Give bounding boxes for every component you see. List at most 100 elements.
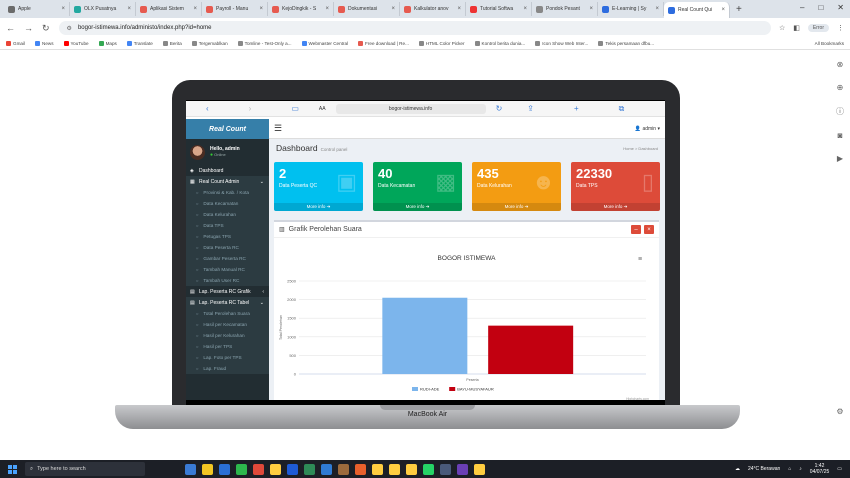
close-window-icon[interactable]: ✕: [837, 3, 844, 12]
sidebar-subitem[interactable]: ○ Data Kecamatan: [186, 198, 269, 209]
weather-icon[interactable]: ☁: [735, 466, 740, 472]
bookmark-item[interactable]: Tekis persamaan dfbu...: [598, 41, 654, 47]
tablet-plus-icon[interactable]: +: [574, 104, 579, 113]
hamburger-icon[interactable]: ☰: [274, 123, 282, 134]
sidebar-subitem[interactable]: ○ Data Peserta RC: [186, 242, 269, 253]
sidebar-subitem[interactable]: ○ Hasil per Kecamatan: [186, 319, 269, 330]
url-field[interactable]: ⚙ bogor-istimewa.info/administo/index.ph…: [58, 21, 771, 35]
sidebar-subitem[interactable]: ○ Hasil per TPS: [186, 341, 269, 352]
sidebar-subitem[interactable]: ○ Lap. Foto per TPS: [186, 352, 269, 363]
bookmark-item[interactable]: Kontrol berita dunia...: [474, 41, 525, 47]
tab-close-icon[interactable]: ×: [193, 6, 197, 12]
chrome-icon[interactable]: [372, 463, 383, 475]
settings-icon[interactable]: ⚙: [836, 407, 843, 416]
sidebar-item-real-count-admin[interactable]: ▦ Real Count Admin ⌄: [186, 176, 269, 187]
sidebar-subitem[interactable]: ○ Tambah User RC: [186, 275, 269, 286]
vscode-icon[interactable]: [321, 463, 332, 475]
sidebar-subitem[interactable]: ○ Hasil per Kelurahan: [186, 330, 269, 341]
more-info-link[interactable]: More info ➔: [274, 203, 363, 211]
sidebar-item-lap-tabel[interactable]: ▤ Lap. Peserta RC Tabel ⌄: [186, 297, 269, 308]
new-tab-icon[interactable]: +: [736, 4, 742, 15]
tab-close-icon[interactable]: ×: [589, 6, 593, 12]
store-icon[interactable]: [219, 463, 230, 475]
file-explorer-icon[interactable]: [202, 463, 213, 475]
clock[interactable]: 1:42 04/07/25: [810, 463, 829, 475]
info-icon[interactable]: ⓘ: [836, 106, 844, 117]
app-icon[interactable]: [338, 463, 349, 475]
tablet-url-field[interactable]: bogor-istimewa.info: [335, 103, 486, 114]
tab-close-icon[interactable]: ×: [61, 6, 65, 12]
whatsapp-icon[interactable]: [423, 463, 434, 475]
sidebar-subitem[interactable]: ○ Provinsi & Kab. / Kota: [186, 187, 269, 198]
legend-swatch[interactable]: [412, 387, 418, 391]
bookmark-star-icon[interactable]: ☆: [779, 24, 785, 32]
bookmark-item[interactable]: Webmaster Central: [301, 41, 348, 47]
browser-tab[interactable]: Kalkulator anov ×: [400, 2, 466, 16]
volume-icon[interactable]: ♪: [799, 466, 802, 472]
app-icon[interactable]: [355, 463, 366, 475]
close-panel-icon[interactable]: ⊗: [837, 60, 844, 69]
plus-icon[interactable]: ⊕: [837, 83, 844, 92]
more-info-link[interactable]: More info ➔: [472, 203, 561, 211]
notification-icon[interactable]: ▭: [837, 466, 842, 472]
app-icon[interactable]: [236, 463, 247, 475]
chrome-icon[interactable]: [406, 463, 417, 475]
browser-tab[interactable]: Real Count Qui ×: [664, 2, 730, 18]
profile-button[interactable]: Error: [807, 24, 829, 32]
breadcrumb[interactable]: Home > Dashboard: [623, 146, 658, 151]
chrome-icon[interactable]: [270, 463, 281, 475]
sidebar-subitem[interactable]: ○ Tambah Manual RC: [186, 264, 269, 275]
camera-icon[interactable]: ◙: [838, 131, 843, 140]
tablet-tabs-icon[interactable]: ⧉: [619, 104, 625, 114]
task-view-icon[interactable]: [185, 463, 196, 475]
sidebar-subitem[interactable]: ○ Gambar Peserta RC: [186, 253, 269, 264]
sidebar-subitem[interactable]: ○ Petugas TPS: [186, 231, 269, 242]
bookmark-item[interactable]: Berita: [162, 41, 182, 47]
excel-icon[interactable]: [304, 463, 315, 475]
browser-tab[interactable]: Tutorial Softwa ×: [466, 2, 532, 16]
remove-button[interactable]: ×: [644, 225, 654, 234]
sidebar-subitem[interactable]: ○ Lap. Fraud: [186, 363, 269, 374]
forward-icon[interactable]: →: [24, 23, 33, 33]
tablet-forward-icon[interactable]: ›: [249, 104, 252, 113]
sidebar-subitem[interactable]: ○ Data TPS: [186, 220, 269, 231]
bookmark-item[interactable]: HTML Color Picker: [418, 41, 465, 47]
chart-menu-icon[interactable]: ≡: [638, 256, 642, 263]
bookmark-item[interactable]: News: [35, 41, 54, 47]
bookmark-item[interactable]: Translate: [126, 41, 153, 47]
more-info-link[interactable]: More info ➔: [373, 203, 462, 211]
app-icon[interactable]: [440, 463, 451, 475]
tab-close-icon[interactable]: ×: [457, 6, 461, 12]
minimize-icon[interactable]: –: [800, 3, 804, 12]
tab-close-icon[interactable]: ×: [391, 6, 395, 12]
bookmark-item[interactable]: Icon Show Web Inter...: [535, 41, 588, 47]
tablet-share-icon[interactable]: ⇪: [527, 104, 534, 113]
maximize-icon[interactable]: □: [818, 3, 823, 12]
app-icon[interactable]: [457, 463, 468, 475]
legend-label[interactable]: BAYU-MUSYAFAUR: [457, 387, 494, 392]
legend-label[interactable]: RUDI-ADE: [420, 387, 440, 392]
network-icon[interactable]: ⌂: [788, 466, 791, 472]
taskbar-search-input[interactable]: ⌕ Type here to search: [25, 462, 145, 476]
tab-close-icon[interactable]: ×: [127, 6, 131, 12]
menu-icon[interactable]: ⋮: [837, 24, 844, 32]
tablet-reload-icon[interactable]: ↻: [496, 104, 503, 113]
browser-tab[interactable]: KejoDingkik - S ×: [268, 2, 334, 16]
app-icon[interactable]: [253, 463, 264, 475]
collapse-button[interactable]: –: [631, 225, 641, 234]
tablet-book-icon[interactable]: ▭: [291, 104, 299, 113]
legend-swatch[interactable]: [449, 387, 456, 391]
sidebar-subitem[interactable]: ○ Data Kelurahan: [186, 209, 269, 220]
browser-tab[interactable]: Apple ×: [4, 2, 70, 16]
windows-start-icon[interactable]: [8, 464, 17, 474]
browser-tab[interactable]: OLX Pusatnya ×: [70, 2, 136, 16]
sidebar-item-dashboard[interactable]: ◈ Dashboard: [186, 165, 269, 176]
brand-logo[interactable]: Real Count: [186, 119, 269, 139]
admin-menu[interactable]: 👤 admin ▾: [635, 126, 660, 132]
bookmark-item[interactable]: YouTube: [63, 41, 89, 47]
sidebar-subitem[interactable]: ○ Total Perolehan Suara: [186, 308, 269, 319]
back-icon[interactable]: ←: [6, 23, 15, 33]
bookmark-item[interactable]: Tergemablkan: [191, 41, 228, 47]
extensions-icon[interactable]: ◧: [793, 24, 800, 32]
tablet-back-icon[interactable]: ‹: [206, 104, 209, 113]
